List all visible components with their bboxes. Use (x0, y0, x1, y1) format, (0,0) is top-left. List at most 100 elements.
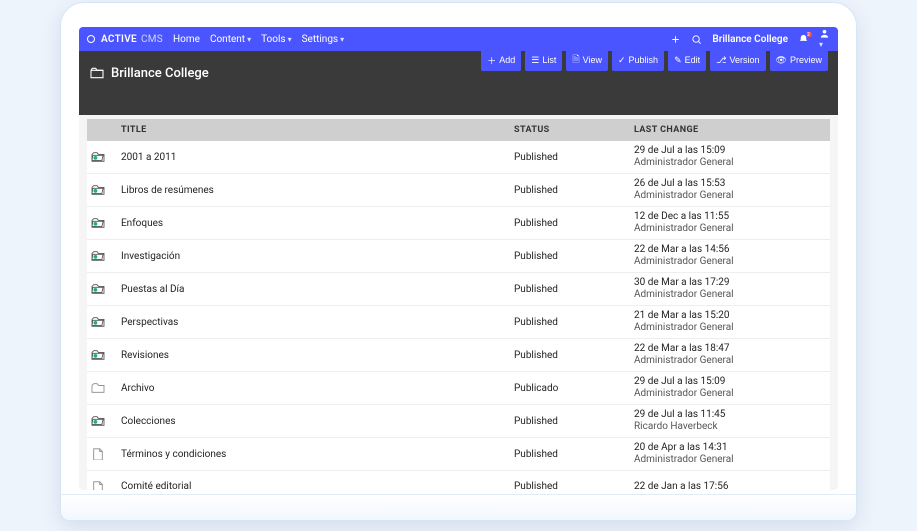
table-row[interactable]: ArchivoPublicado29 de Jul a las 15:09Adm… (87, 372, 830, 405)
laptop-frame: ACTIVECMS Home Content▾ Tools▾ Settings▾… (60, 2, 857, 521)
row-status: Publicado (510, 383, 630, 394)
main-menu: Home Content▾ Tools▾ Settings▾ (173, 34, 344, 45)
publish-button-label: Publish (629, 55, 659, 65)
table-row[interactable]: Puestas al DíaPublished30 de Mar a las 1… (87, 273, 830, 306)
content-table: TITLE STATUS LAST CHANGE 2001 a 2011Publ… (79, 115, 838, 490)
version-button[interactable]: ⎇Version (710, 49, 765, 71)
row-icon-cell (87, 217, 117, 229)
folder-open-green-icon (91, 349, 105, 361)
eye-icon: 👁 (776, 55, 787, 66)
table-row[interactable]: EnfoquesPublished12 de Dec a las 11:55Ad… (87, 207, 830, 240)
menu-tools-label: Tools (261, 34, 285, 45)
menu-content[interactable]: Content▾ (210, 34, 251, 45)
subheader-spacer (79, 95, 838, 115)
row-date: 30 de Mar a las 17:29 (634, 277, 826, 289)
row-date: 26 de Jul a las 15:53 (634, 178, 826, 190)
brand-logo[interactable]: ACTIVECMS (87, 34, 163, 45)
folder-open-green-icon (91, 283, 105, 295)
notifications-button[interactable]: 2 (798, 34, 809, 45)
row-icon-cell (87, 283, 117, 295)
table-row[interactable]: PerspectivasPublished21 de Mar a las 15:… (87, 306, 830, 339)
menu-settings[interactable]: Settings▾ (302, 34, 345, 45)
version-button-label: Version (730, 55, 760, 65)
table-row[interactable]: Libros de resúmenesPublished 26 de Jul a … (87, 174, 830, 207)
row-date: 21 de Mar a las 15:20 (634, 310, 826, 322)
table-row[interactable]: ColeccionesPublished29 de Jul a las 11:4… (87, 405, 830, 438)
table-row[interactable]: 2001 a 2011Published29 de Jul a las 15:0… (87, 141, 830, 174)
page-gray-icon (91, 448, 105, 460)
row-icon-cell (87, 184, 117, 196)
row-date: 12 de Dec a las 11:55 (634, 211, 826, 223)
publish-button[interactable]: ✓Publish (612, 49, 664, 71)
table-row[interactable]: RevisionesPublished22 de Mar a las 18:47… (87, 339, 830, 372)
folder-open-icon (89, 66, 105, 80)
search-icon[interactable] (691, 34, 702, 45)
row-title: Investigación (117, 251, 510, 262)
toolbar: ＋Add ☰List 🗎View ✓Publish ✎Edit ⎇Version… (481, 49, 828, 71)
row-title: Términos y condiciones (117, 449, 510, 460)
col-title[interactable]: TITLE (117, 125, 510, 135)
row-last-change: 29 de Jul a las 15:09Administrador Gener… (630, 145, 830, 169)
add-icon[interactable] (670, 34, 681, 45)
list-icon: ☰ (531, 55, 539, 66)
row-icon-cell (87, 382, 117, 394)
row-last-change: 29 de Jul a las 15:09Administrador Gener… (630, 376, 830, 400)
row-title: Libros de resúmenes (117, 185, 510, 196)
chevron-down-icon: ▾ (288, 35, 292, 44)
row-status: Published (510, 218, 630, 229)
menu-home-label: Home (173, 34, 200, 45)
row-user: Administrador General (634, 289, 826, 301)
table-row[interactable]: InvestigaciónPublished22 de Mar a las 14… (87, 240, 830, 273)
row-icon-cell (87, 151, 117, 163)
row-title: Comité editorial (117, 481, 510, 490)
table-row[interactable]: Comité editorialPublished22 de Jan a las… (87, 471, 830, 490)
menu-settings-label: Settings (302, 34, 339, 45)
row-status: Published (510, 185, 630, 196)
check-icon: ✓ (618, 55, 626, 66)
org-name[interactable]: Brillance College (712, 34, 788, 45)
row-last-change: 29 de Jul a las 11:45Ricardo Haverbeck (630, 409, 830, 433)
preview-button[interactable]: 👁Preview (770, 49, 828, 71)
row-status: Published (510, 350, 630, 361)
brand-suffix: CMS (141, 34, 163, 45)
row-icon-cell (87, 250, 117, 262)
col-status[interactable]: STATUS (510, 125, 630, 135)
chevron-down-icon: ▾ (247, 35, 251, 44)
table-header: TITLE STATUS LAST CHANGE (87, 119, 830, 141)
row-user: Administrador General (634, 256, 826, 268)
preview-button-label: Preview (790, 55, 822, 65)
table-body: 2001 a 2011Published29 de Jul a las 15:0… (87, 141, 830, 490)
menu-content-label: Content (210, 34, 245, 45)
row-title: Archivo (117, 383, 510, 394)
add-button[interactable]: ＋Add (481, 49, 521, 71)
folder-open-green-icon (91, 151, 105, 163)
user-menu[interactable]: ▾ (819, 28, 830, 50)
page-gray-icon (91, 481, 105, 491)
row-title: Enfoques (117, 218, 510, 229)
menu-home[interactable]: Home (173, 34, 200, 45)
row-last-change: 22 de Mar a las 18:47Administrador Gener… (630, 343, 830, 367)
row-title: 2001 a 2011 (117, 152, 510, 163)
folder-open-green-icon (91, 415, 105, 427)
row-status: Published (510, 152, 630, 163)
edit-button[interactable]: ✎Edit (668, 49, 706, 71)
row-status: Published (510, 416, 630, 427)
folder-open-green-icon (91, 316, 105, 328)
col-last-change[interactable]: LAST CHANGE (630, 125, 830, 135)
row-icon-cell (87, 481, 117, 491)
edit-button-label: Edit (685, 55, 701, 65)
table-row[interactable]: Términos y condicionesPublished20 de Apr… (87, 438, 830, 471)
row-icon-cell (87, 316, 117, 328)
menu-tools[interactable]: Tools▾ (261, 34, 292, 45)
row-title: Revisiones (117, 350, 510, 361)
view-button-label: View (583, 55, 602, 65)
row-title: Puestas al Día (117, 284, 510, 295)
notification-badge: 2 (806, 31, 813, 38)
list-button[interactable]: ☰List (525, 49, 562, 71)
row-user: Administrador General (634, 388, 826, 400)
view-button[interactable]: 🗎View (566, 49, 608, 71)
chevron-down-icon: ▾ (340, 35, 344, 44)
row-date: 22 de Mar a las 18:47 (634, 343, 826, 355)
row-last-change: 21 de Mar a las 15:20Administrador Gener… (630, 310, 830, 334)
topbar-right: Brillance College 2 ▾ (670, 28, 830, 50)
